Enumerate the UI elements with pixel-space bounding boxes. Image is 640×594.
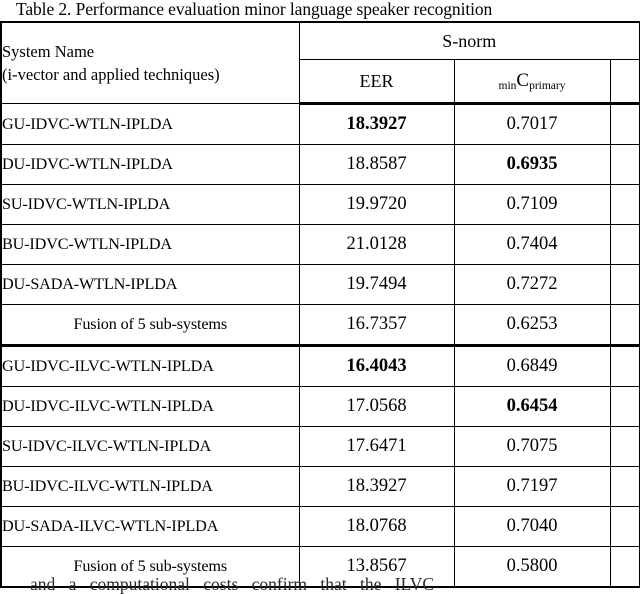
mincprimary-cell: 0.7075 [453,426,611,467]
eer-cell: 18.0768 [298,506,455,547]
mincprimary-cell: 0.7109 [453,184,611,225]
table-row: DU-SADA-ILVC-WTLN-IPLDA 18.0768 0.7040 [0,506,640,547]
table-row: SU-IDVC-WTLN-IPLDA 19.9720 0.7109 [0,184,640,225]
system-name-cell: DU-SADA-ILVC-WTLN-IPLDA [0,506,300,547]
extra-cell [609,103,640,145]
table-row: BU-IDVC-ILVC-WTLN-IPLDA 18.3927 0.7197 [0,466,640,507]
table-container: System Name (i-vector and applied techni… [0,21,640,588]
table-caption: Table 2. Performance evaluation minor la… [16,0,493,19]
table-row: BU-IDVC-WTLN-IPLDA 21.0128 0.7404 [0,224,640,265]
fusion-label-cell: Fusion of 5 sub-systems [0,304,300,347]
clipped-body-text: and a computational costs confirm that t… [0,576,640,594]
header-group-snorm: S-norm [298,21,640,60]
header-mincp-prefix: min [498,79,517,92]
header-col-mincprimary: minCprimary [453,59,611,105]
table-row: GU-IDVC-WTLN-IPLDA 18.3927 0.7017 [0,103,640,145]
header-col-eer: EER [298,59,455,105]
mincprimary-cell: 0.7404 [453,224,611,265]
header-col-extra [609,59,640,105]
fusion-extra-cell [609,304,640,347]
mincprimary-cell: 0.6849 [453,345,611,387]
eer-cell: 21.0128 [298,224,455,265]
fusion-mincprimary-cell: 0.6253 [453,304,611,347]
eer-cell: 19.9720 [298,184,455,225]
header-mincp-c: C [516,70,530,91]
system-name-cell: BU-IDVC-WTLN-IPLDA [0,224,300,265]
extra-cell [609,184,640,225]
eer-cell: 18.3927 [298,466,455,507]
system-name-cell: BU-IDVC-ILVC-WTLN-IPLDA [0,466,300,507]
extra-cell [609,506,640,547]
extra-cell [609,224,640,265]
system-name-cell: DU-IDVC-ILVC-WTLN-IPLDA [0,386,300,427]
header-system-name: System Name (i-vector and applied techni… [0,21,300,104]
table-row: GU-IDVC-ILVC-WTLN-IPLDA 16.4043 0.6849 [0,345,640,387]
extra-cell [609,386,640,427]
eer-cell: 18.3927 [298,103,455,145]
performance-evaluation-table: System Name (i-vector and applied techni… [0,21,640,588]
eer-cell: 19.7494 [298,264,455,305]
extra-cell [609,345,640,387]
extra-cell [609,426,640,467]
table-row: DU-IDVC-WTLN-IPLDA 18.8587 0.6935 [0,144,640,185]
system-name-cell: GU-IDVC-ILVC-WTLN-IPLDA [0,345,300,387]
clipped-body-text-content: and a computational costs confirm that t… [30,576,435,594]
system-name-cell: DU-SADA-WTLN-IPLDA [0,264,300,305]
table-row: DU-IDVC-ILVC-WTLN-IPLDA 17.0568 0.6454 [0,386,640,427]
mincprimary-cell: 0.6935 [453,144,611,185]
header-system-name-line1: System Name [2,42,95,61]
mincprimary-cell: 0.6454 [453,386,611,427]
header-mincp-suffix: primary [529,79,566,92]
mincprimary-cell: 0.7272 [453,264,611,305]
table-header-row-1: System Name (i-vector and applied techni… [0,21,640,104]
table-row: SU-IDVC-ILVC-WTLN-IPLDA 17.6471 0.7075 [0,426,640,467]
extra-cell [609,144,640,185]
table-row: DU-SADA-WTLN-IPLDA 19.7494 0.7272 [0,264,640,305]
system-name-cell: SU-IDVC-ILVC-WTLN-IPLDA [0,426,300,467]
system-name-cell: GU-IDVC-WTLN-IPLDA [0,103,300,145]
mincprimary-cell: 0.7040 [453,506,611,547]
mincprimary-cell: 0.7197 [453,466,611,507]
system-name-cell: SU-IDVC-WTLN-IPLDA [0,184,300,225]
eer-cell: 18.8587 [298,144,455,185]
fusion-row: Fusion of 5 sub-systems 16.7357 0.6253 [0,304,640,347]
fusion-eer-cell: 16.7357 [298,304,455,347]
eer-cell: 16.4043 [298,345,455,387]
extra-cell [609,466,640,507]
mincprimary-cell: 0.7017 [453,103,611,145]
header-system-name-line2: (i-vector and applied techniques) [2,65,220,84]
eer-cell: 17.0568 [298,386,455,427]
system-name-cell: DU-IDVC-WTLN-IPLDA [0,144,300,185]
extra-cell [609,264,640,305]
eer-cell: 17.6471 [298,426,455,467]
